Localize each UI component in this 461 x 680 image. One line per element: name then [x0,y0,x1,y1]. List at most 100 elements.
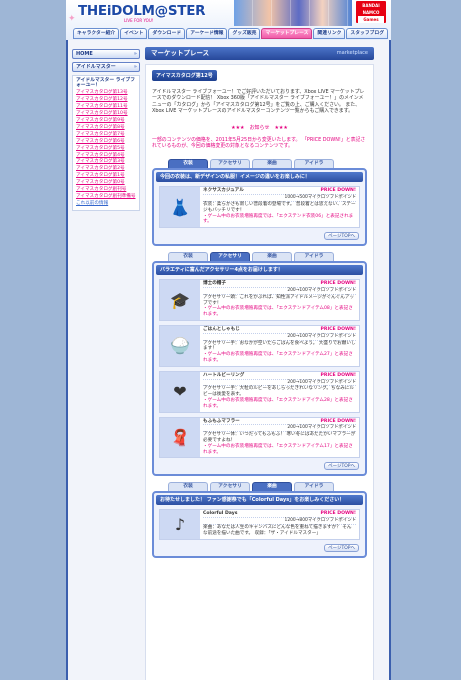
item-thumbnail: ❤ [160,371,200,412]
nav-tab-1[interactable]: イベント [120,28,148,39]
tab-1[interactable]: アクセサリ [210,252,250,262]
item-body: もふもふマフラー PRICE DOWN! 200→100マイクロソフトポイント アクセ… [200,418,359,458]
nav-tab-5[interactable]: マーケットプレース [261,28,313,39]
sidebar-link-catalog[interactable]: アイマスカタログ第8号 [76,125,136,132]
article: アイマスカタログ第12号 アイドルマスター ライブフォーユー！でご好評いただいて… [145,64,374,680]
tab-2[interactable]: 楽曲 [252,159,292,169]
item-thumbnail-icon: ❤ [173,382,187,402]
sidebar-link-catalog[interactable]: アイマスカタログ第5号 [76,146,136,153]
star-icon: ✦ [68,14,76,24]
section-song_box: 衣装 アクセサリ 楽曲 アイドラ お待たせしました！ ファン感謝祭でも「Colorful… [152,482,367,558]
namco-text: NAMCO [362,10,380,15]
tab-3[interactable]: アイドラ [294,482,334,492]
intro-text: アイドルマスター ライブフォーユー！でご好評いただいております、Xbox LIV… [152,89,365,115]
page-top-button[interactable]: ページTOPへ [324,543,359,552]
bandai-text: BANDAI [362,3,380,8]
item-note: ・ゲーム中のお衣装増殖再度では、「エクステンド衣装06」と表記されます。 [203,213,354,225]
nav-tab-3[interactable]: アーケード情報 [186,28,228,39]
price-down-badge: PRICE DOWN! [320,511,356,517]
price-notice: 一部のコンテンツの価格を、2011年5月25日から変更いたします。 「PRICE… [152,136,366,150]
sidebar-home-label: HOME [76,51,93,57]
chevron-right-icon: » [133,51,137,57]
item-description: アクセサリー手：大粒のルビーをあしらったきれいなリング。ちなみにルビーは後愛を表… [203,386,354,398]
catalog-item: 🎓 博士の帽子 PRICE DOWN! 200→100マイクロソフトポイント アクセサリ… [159,279,360,321]
sidebar-link-catalog[interactable]: アイマスカタログ創刊号 [76,187,136,194]
background-left [0,40,66,680]
site-logo[interactable]: THEiDOLM@STER [78,3,206,19]
catalog-item: 🧣 もふもふマフラー PRICE DOWN! 200→100マイクロソフトポイント アク… [159,416,360,459]
section-box: バラエティに富んだアクセサリー4点をお届けします！ 🎓 博士の帽子 PRICE DOW… [152,261,367,477]
nav-tab-2[interactable]: ダウンロード [148,28,186,39]
logo-subtitle: LIVE FOR YOU! [124,18,154,23]
sidebar-link-catalog[interactable]: アイマスカタログ第9号 [76,118,136,125]
item-price: 1200→800マイクロソフトポイント [203,518,356,525]
page-top-row: ページTOPへ [160,232,359,241]
tab-1[interactable]: アクセサリ [210,159,250,169]
sidebar-home-link[interactable]: HOME » [72,49,140,59]
page-title-en: marketplace [336,50,368,56]
tab-0[interactable]: 衣装 [168,159,208,169]
sidebar-section-idolmaster[interactable]: アイドルマスター » [72,62,140,72]
section-box: お待たせしました！ ファン感謝祭でも「Colorful Days」をお楽しみくだ… [152,491,367,558]
sidebar-link-catalog[interactable]: アイマスカタログ第7号 [76,132,136,139]
page: ✦ THEiDOLM@STER LIVE FOR YOU! BANDAI NAM… [0,0,461,680]
catalog-item: 👗 ネクサスカジュアル PRICE DOWN! 1000→500マイクロソフトポイント… [159,186,360,229]
item-price: 200→100マイクロソフトポイント [203,334,356,341]
page-top-row: ページTOPへ [160,462,359,471]
price-down-badge: PRICE DOWN! [320,327,356,332]
page-top-button[interactable]: ページTOPへ [324,462,359,471]
tab-0[interactable]: 衣装 [168,252,208,262]
chevron-down-icon: » [133,64,137,70]
tab-3[interactable]: アイドラ [294,252,334,262]
sidebar-link-catalog[interactable]: アイマスカタログ創刊準備号 [76,194,136,201]
nav-tab-6[interactable]: 関連リンク [313,28,346,39]
item-name: Colorful Days [203,511,238,517]
tab-1[interactable]: アクセサリ [210,482,250,492]
background-right [393,40,461,680]
nav-tab-0[interactable]: キャラクター紹介 [73,28,120,39]
sidebar-link-older[interactable]: これ以前の情報 [76,201,136,208]
item-name: もふもふマフラー [203,418,240,424]
idol-banner-image [234,0,352,26]
nav-tab-4[interactable]: グッズ販売 [228,28,261,39]
item-body: ネクサスカジュアル PRICE DOWN! 1000→500マイクロソフトポイント衣… [200,187,359,227]
section-box: 今回の衣装は、新デザインの私服！イメージの違いをお楽しみに！ 👗 ネクサスカジュアル… [152,168,367,247]
section-title: 今回の衣装は、新デザインの私服！イメージの違いをお楽しみに！ [156,172,363,183]
item-price: 200→100マイクロソフトポイント [203,288,356,295]
sidebar-list-title: アイドルマスター ライブフォーユー！ [76,78,135,89]
section-tabs: 衣装 アクセサリ 楽曲 アイドラ [168,159,367,169]
item-thumbnail-icon: 🍚 [170,336,190,356]
bandai-namco-logo[interactable]: BANDAI NAMCO Games [356,1,386,23]
item-note: ・ゲーム中のお衣装増殖再度では、「エクステンドアイテム27」と表記されます。 [203,352,353,363]
tab-2[interactable]: 楽曲 [252,482,292,492]
tab-2[interactable]: 楽曲 [252,252,292,262]
page-title: マーケットプレース [151,49,210,57]
sidebar-catalog-list: アイドルマスター ライブフォーユー！ アイマスカタログ第13号 アイマスカタログ第… [72,75,140,211]
item-name: ごはんとしゃもじ [203,327,240,332]
news-heading: ★★★ お知らせ ★★★ [231,124,288,131]
catalog-item: 🍚 ごはんとしゃもじ PRICE DOWN! 200→100マイクロソフトポイント アク… [159,325,360,367]
item-thumbnail-icon: 🧣 [170,427,190,447]
section-costume_box: 衣装 アクセサリ 楽曲 アイドラ 今回の衣装は、新デザインの私服！イメージの違いをお楽し… [152,159,367,247]
item-price: 1000→500マイクロソフトポイント [203,195,356,203]
sidebar-link-catalog[interactable]: アイマスカタログ第10号 [76,111,136,118]
item-note: ・ゲーム中のお衣装増殖再度では、「エクステンドアイテム28」と表記されます。 [203,397,353,409]
page-top-button[interactable]: ページTOPへ [324,232,359,241]
item-name-row: ハートルビーリング PRICE DOWN! [203,373,356,380]
item-thumbnail: 👗 [160,187,200,228]
section-tabs: 衣装 アクセサリ 楽曲 アイドラ [168,482,367,492]
sidebar-link-catalog[interactable]: アイマスカタログ第6号 [76,139,136,146]
item-thumbnail: 🎓 [160,280,200,320]
tab-3[interactable]: アイドラ [294,159,334,169]
section-title: バラエティに富んだアクセサリー4点をお届けします！ [156,265,363,276]
tab-0[interactable]: 衣装 [168,482,208,492]
item-description: 衣装：柔らかさも新しい普段着の登場です。 普段着とは思えない、ステージもバッチリ… [203,202,356,213]
nav-tab-7[interactable]: スタッフブログ [346,28,389,39]
price-down-badge: PRICE DOWN! [320,418,356,424]
catalog-item: ❤ ハートルビーリング PRICE DOWN! 200→100マイクロソフトポイントア… [159,370,360,413]
item-name: 博士の帽子 [203,281,226,287]
page-title-bar: マーケットプレース marketplace [145,47,374,60]
main-content: マーケットプレース marketplace アイマスカタログ第12号 アイドルマ… [145,47,374,680]
page-top-row: ページTOPへ [160,543,359,552]
price-down-badge: PRICE DOWN! [320,372,356,378]
